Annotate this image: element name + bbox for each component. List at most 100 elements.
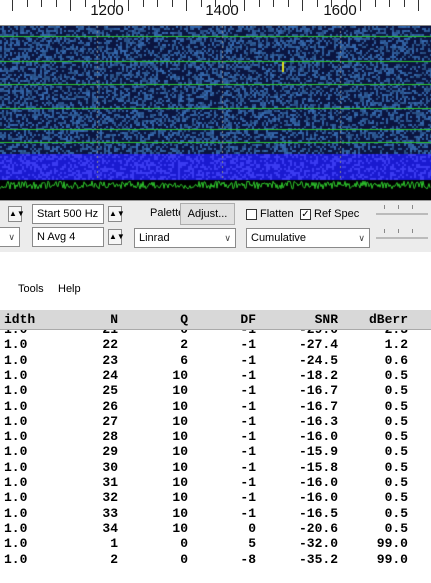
palette-combo[interactable]: Linrad ∨	[134, 228, 236, 248]
table-row[interactable]: 1.0 29 10 -1 -15.9 0.5	[0, 445, 431, 459]
results-window: Tools Help idth N Q DF SNR dBerr 1.0210-…	[0, 252, 431, 583]
cell-n: 25	[102, 383, 118, 399]
col-n-header[interactable]: N	[90, 310, 118, 330]
cell-width: 1.0	[4, 475, 28, 490]
refspec-checkbox[interactable]: ✓ Ref Spec	[300, 207, 359, 221]
cell-dberr: 0.5	[384, 398, 408, 414]
cell-df: -1	[240, 429, 256, 445]
menu-tools[interactable]: Tools	[18, 283, 44, 295]
table-row[interactable]: 1.0 27 10 -1 -16.3 0.5	[0, 413, 431, 429]
navg-value: N Avg 4	[37, 231, 76, 243]
navg-spinbox[interactable]: N Avg 4	[32, 227, 104, 247]
left-combo-stub[interactable]: ∨	[0, 227, 20, 247]
chevron-down-icon: ∨	[358, 233, 365, 243]
zero-slider-tick	[398, 229, 399, 233]
cell-width: 1.0	[4, 505, 28, 521]
table-row[interactable]: 1.0 30 10 -1 -15.8 0.5	[0, 459, 431, 475]
gain-slider-tick	[412, 205, 413, 209]
flatten-check-box[interactable]	[246, 208, 257, 220]
gain-slider-tick	[398, 205, 399, 209]
gain-slider-tick	[384, 205, 385, 209]
cell-df: 5	[248, 536, 256, 552]
cell-dberr: 0.5	[384, 459, 408, 475]
table-row[interactable]: 1.0 28 10 -1 -16.0 0.5	[0, 430, 431, 444]
cell-n: 28	[102, 429, 118, 445]
menu-bar: Tools Help	[0, 278, 431, 302]
spectrum-mode-combo[interactable]: Cumulative ∨	[246, 228, 370, 248]
table-row[interactable]: 1.0 32 10 -1 -16.0 0.5	[0, 491, 431, 505]
bins-spin-button[interactable]: ▲▼	[8, 206, 25, 222]
cell-df: -1	[240, 490, 256, 506]
col-df-header[interactable]: DF	[228, 310, 256, 330]
cell-width: 1.0	[4, 459, 28, 475]
col-dberr-header[interactable]: dBerr	[358, 310, 408, 330]
table-row[interactable]: 1.0 33 10 -1 -16.5 0.5	[0, 505, 431, 521]
cell-df: -1	[240, 413, 256, 429]
cell-snr: -24.5	[298, 352, 338, 368]
cell-q: 2	[180, 337, 188, 353]
cell-width: 1.0	[4, 444, 28, 460]
palette-value: Linrad	[139, 232, 170, 244]
cell-n: 26	[102, 398, 118, 414]
col-q-header[interactable]: Q	[160, 310, 188, 330]
cell-dberr: 0.5	[384, 475, 408, 490]
cell-width: 1.0	[4, 330, 44, 337]
adjust-button[interactable]: Adjust...	[180, 203, 235, 225]
cell-width: 1.0	[4, 536, 28, 552]
frequency-scale[interactable]: 1200 1400 1600	[0, 0, 431, 26]
cell-n: 34	[102, 520, 118, 536]
cell-width: 1.0	[4, 413, 28, 429]
table-row[interactable]: 1.0 34 10 0 -20.6 0.5	[0, 520, 431, 536]
gain-slider[interactable]	[376, 213, 428, 215]
start-freq-spinbox[interactable]: Start 500 Hz	[32, 204, 104, 224]
cell-width: 1.0	[4, 383, 28, 399]
cell-snr: -15.9	[298, 444, 338, 460]
cell-df: -1	[240, 505, 256, 521]
zero-slider[interactable]	[376, 237, 428, 239]
table-row[interactable]: 1.0 2 0 -8 -35.2 99.0	[0, 551, 431, 567]
flatten-checkbox[interactable]: Flatten	[246, 207, 294, 221]
start-spin-button[interactable]: ▲▼	[108, 206, 125, 222]
cell-df: -1	[240, 398, 256, 414]
freq-label-1600: 1600	[323, 2, 357, 19]
navg-spin-button[interactable]: ▲▼	[108, 229, 125, 245]
cell-dberr: 0.5	[384, 444, 408, 460]
table-row[interactable]: 1.0 23 6 -1 -24.5 0.6	[0, 352, 431, 368]
cell-dberr: 0.5	[384, 490, 408, 506]
cell-snr: -35.2	[298, 551, 338, 567]
refspec-check-box[interactable]: ✓	[300, 208, 311, 220]
cell-df: -1	[240, 383, 256, 399]
cell-width: 1.0	[4, 520, 28, 536]
cell-dberr: 0.5	[384, 429, 408, 445]
table-row[interactable]: 1.0 31 10 -1 -16.0 0.5	[0, 476, 431, 490]
cell-q: 10	[172, 505, 188, 521]
table-row[interactable]: 1.0 1 0 5 -32.0 99.0	[0, 537, 431, 551]
cell-q: 10	[172, 383, 188, 399]
freq-label-1400: 1400	[205, 2, 239, 19]
table-row[interactable]: 1.0 25 10 -1 -16.7 0.5	[0, 384, 431, 398]
cell-dberr: 0.5	[384, 383, 408, 399]
table-row[interactable]: 1.0 26 10 -1 -16.7 0.5	[0, 398, 431, 414]
table-row[interactable]: 1.0 22 2 -1 -27.4 1.2	[0, 338, 431, 352]
table-row[interactable]: 1.0 24 10 -1 -18.2 0.5	[0, 367, 431, 383]
cell-n: 23	[102, 352, 118, 368]
cell-q: 10	[172, 398, 188, 414]
table-row[interactable]: 1.0 21 0 -1 -29.0 2.3	[0, 330, 431, 337]
waterfall-display[interactable]	[0, 26, 431, 196]
cell-dberr: 99.0	[376, 551, 408, 567]
cell-q: 10	[172, 413, 188, 429]
cell-q: 0	[180, 536, 188, 552]
zero-slider-tick	[384, 229, 385, 233]
cell-width: 1.0	[4, 429, 28, 445]
col-width-header[interactable]: idth	[4, 310, 44, 330]
cell-snr: -18.2	[298, 367, 338, 383]
start-freq-value: Start 500 Hz	[37, 208, 99, 220]
table-header: idth N Q DF SNR dBerr	[0, 310, 431, 330]
cell-width: 1.0	[4, 398, 28, 414]
cell-n: 22	[102, 337, 118, 353]
cell-snr: -16.7	[298, 398, 338, 414]
spectrum-mode-value: Cumulative	[251, 232, 307, 244]
menu-help[interactable]: Help	[58, 283, 81, 295]
col-snr-header[interactable]: SNR	[288, 310, 338, 330]
cell-snr: -16.7	[298, 383, 338, 399]
